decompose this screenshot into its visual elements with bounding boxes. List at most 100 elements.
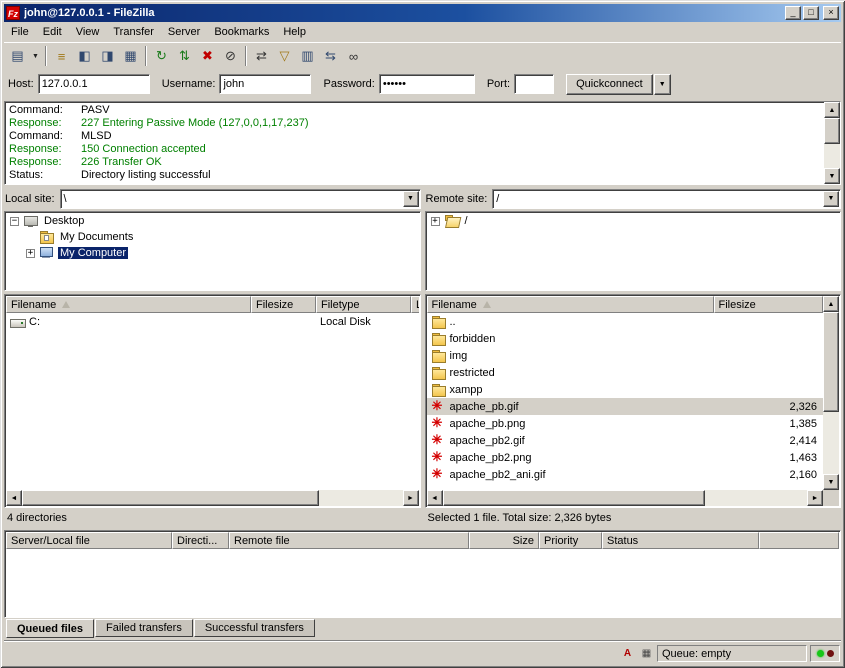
column-label: Status [607, 535, 638, 547]
remote-horizontal-scrollbar[interactable]: ◄ ► [427, 490, 824, 506]
file-row[interactable]: apache_pb2.gif 2,414 [427, 432, 824, 449]
file-row-c-drive[interactable]: C: Local Disk [6, 313, 419, 330]
scroll-left-button[interactable]: ◄ [427, 490, 443, 506]
reconnect-button[interactable]: ⇄ [250, 45, 273, 67]
file-row[interactable]: restricted [427, 364, 824, 381]
site-manager-button[interactable]: ▤ [6, 45, 29, 67]
column-header-remote-file[interactable]: Remote file [229, 532, 469, 549]
toolbar-separator [45, 46, 47, 66]
username-input[interactable] [219, 74, 311, 94]
toggle-local-tree-button[interactable]: ◧ [73, 45, 96, 67]
file-row[interactable]: apache_pb2.png 1,463 [427, 449, 824, 466]
port-input[interactable] [514, 74, 554, 94]
remote-vertical-scrollbar[interactable]: ▲ ▼ [823, 296, 839, 490]
scrollbar-thumb[interactable] [443, 490, 705, 506]
column-header-size[interactable]: Size [469, 532, 539, 549]
log-line: Response:150 Connection accepted [9, 143, 820, 156]
log-prefix: Response: [9, 143, 81, 156]
local-site-combobox[interactable]: \ ▼ [60, 189, 421, 209]
menu-transfer[interactable]: Transfer [106, 23, 161, 41]
column-header-filename[interactable]: Filename [6, 296, 251, 313]
scrollbar-thumb[interactable] [824, 118, 840, 144]
column-header-server-local-file[interactable]: Server/Local file [6, 532, 172, 549]
tree-item-root[interactable]: + / [426, 213, 841, 229]
remote-site-combobox[interactable]: / ▼ [492, 189, 841, 209]
transfer-type-ascii-icon[interactable]: A [619, 646, 636, 662]
minimize-button[interactable]: _ [785, 6, 801, 20]
file-row[interactable]: apache_pb.png 1,385 [427, 415, 824, 432]
process-queue-button[interactable]: ⇅ [173, 45, 196, 67]
expand-icon[interactable]: + [26, 249, 35, 258]
menu-view[interactable]: View [69, 23, 107, 41]
file-row[interactable]: apache_pb2_ani.gif 2,160 [427, 466, 824, 483]
column-header-status[interactable]: Status [602, 532, 759, 549]
column-label: L [416, 299, 419, 311]
scrollbar-track[interactable] [443, 490, 808, 506]
toggle-remote-tree-button[interactable]: ◨ [96, 45, 119, 67]
tree-item-my-documents[interactable]: My Documents [5, 229, 420, 245]
scroll-down-button[interactable]: ▼ [824, 168, 840, 184]
menu-help[interactable]: Help [276, 23, 313, 41]
scrollbar-track[interactable] [824, 118, 840, 168]
site-manager-dropdown-button[interactable]: ▼ [29, 45, 42, 67]
scrollbar-thumb[interactable] [22, 490, 319, 506]
collapse-icon[interactable]: − [10, 217, 19, 226]
quickconnect-button[interactable]: Quickconnect [566, 74, 653, 95]
column-header-priority[interactable]: Priority [539, 532, 602, 549]
file-name: apache_pb2.gif [450, 435, 525, 447]
scroll-up-button[interactable]: ▲ [823, 296, 839, 312]
file-row[interactable]: img [427, 347, 824, 364]
local-horizontal-scrollbar[interactable]: ◄ ► [6, 490, 419, 506]
combo-dropdown-button[interactable]: ▼ [823, 191, 839, 207]
image-file-icon [431, 417, 447, 431]
scroll-right-button[interactable]: ► [403, 490, 419, 506]
refresh-button[interactable]: ↻ [150, 45, 173, 67]
host-input[interactable] [38, 74, 150, 94]
column-header-direction[interactable]: Directi... [172, 532, 229, 549]
find-files-button[interactable]: ∞ [342, 45, 365, 67]
directory-comparison-button[interactable]: ▥ [296, 45, 319, 67]
filter-button[interactable]: ▽ [273, 45, 296, 67]
combo-dropdown-button[interactable]: ▼ [403, 191, 419, 207]
file-row-selected[interactable]: apache_pb.gif 2,326 [427, 398, 824, 415]
chevron-down-icon: ▼ [407, 195, 414, 202]
tree-item-my-computer[interactable]: + My Computer [5, 245, 420, 261]
scroll-right-button[interactable]: ► [807, 490, 823, 506]
scroll-left-button[interactable]: ◄ [6, 490, 22, 506]
file-row[interactable]: forbidden [427, 330, 824, 347]
maximize-button[interactable]: □ [803, 6, 819, 20]
cancel-button[interactable]: ✖ [196, 45, 219, 67]
tree-item-desktop[interactable]: − Desktop [5, 213, 420, 229]
column-label: Server/Local file [11, 535, 90, 547]
menu-server[interactable]: Server [161, 23, 207, 41]
toggle-message-log-button[interactable]: ≡ [50, 45, 73, 67]
file-row[interactable]: .. [427, 313, 824, 330]
quickconnect-dropdown-button[interactable]: ▼ [654, 74, 671, 95]
tab-failed-transfers[interactable]: Failed transfers [95, 619, 193, 637]
toggle-queue-button[interactable]: ▦ [119, 45, 142, 67]
synchronized-browsing-button[interactable]: ⇆ [319, 45, 342, 67]
scroll-down-button[interactable]: ▼ [823, 474, 839, 490]
disconnect-button[interactable]: ⊘ [219, 45, 242, 67]
column-header-filename[interactable]: Filename [427, 296, 714, 313]
menu-file[interactable]: File [4, 23, 36, 41]
column-header-filesize[interactable]: Filesize [714, 296, 824, 313]
file-row[interactable]: xampp [427, 381, 824, 398]
close-button[interactable]: × [823, 6, 839, 20]
scrollbar-track[interactable] [823, 312, 839, 474]
tab-successful-transfers[interactable]: Successful transfers [194, 619, 315, 637]
password-input[interactable] [379, 74, 475, 94]
column-header-last-modified[interactable]: L [411, 296, 419, 313]
scroll-up-button[interactable]: ▲ [824, 102, 840, 118]
process-queue-icon: ⇅ [179, 48, 190, 64]
scrollbar-thumb[interactable] [823, 312, 839, 412]
scrollbar-track[interactable] [22, 490, 403, 506]
expand-icon[interactable]: + [431, 217, 440, 226]
column-header-filetype[interactable]: Filetype [316, 296, 411, 313]
tab-queued-files[interactable]: Queued files [6, 619, 94, 638]
transfer-type-binary-icon[interactable]: ▦ [638, 646, 655, 662]
menu-edit[interactable]: Edit [36, 23, 69, 41]
log-scrollbar[interactable]: ▲ ▼ [824, 102, 840, 184]
menu-bookmarks[interactable]: Bookmarks [207, 23, 276, 41]
column-header-filesize[interactable]: Filesize [251, 296, 316, 313]
